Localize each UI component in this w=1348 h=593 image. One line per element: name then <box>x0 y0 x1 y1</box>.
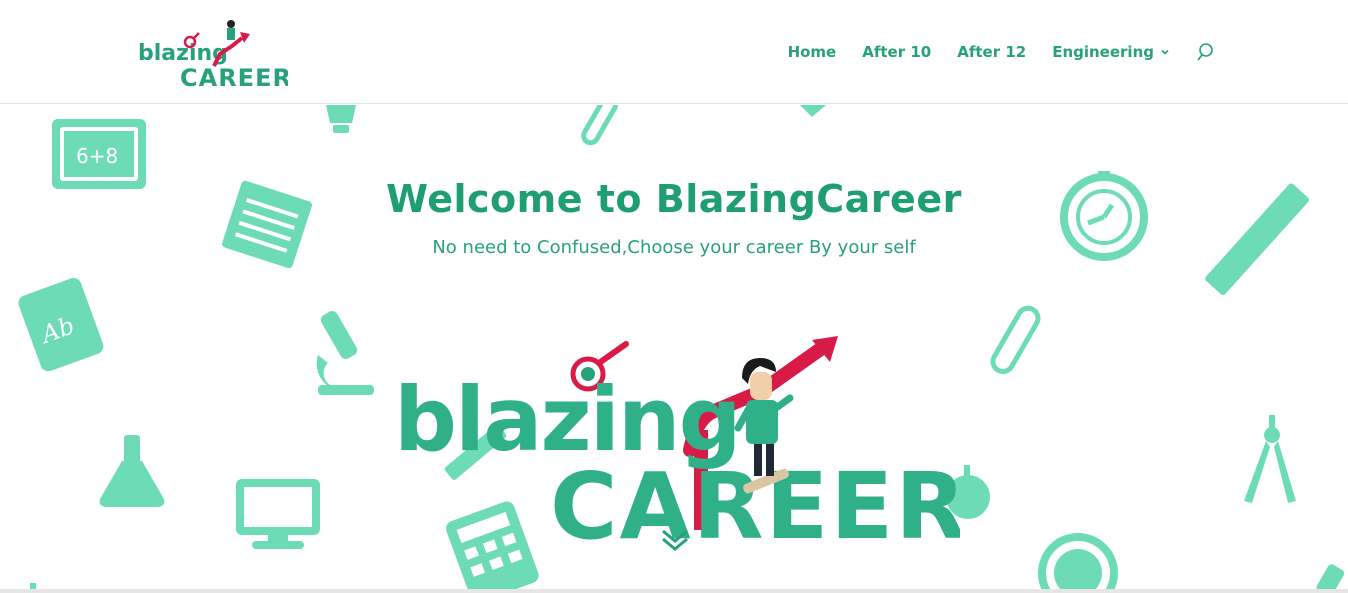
hero-subtitle: No need to Confused,Choose your career B… <box>432 237 916 258</box>
book-icon: Ab <box>18 278 104 372</box>
nav-engineering[interactable]: Engineering <box>1052 43 1170 61</box>
site-logo[interactable]: blazing CAREER <box>136 16 288 90</box>
lightbulb-icon <box>326 105 356 133</box>
shape-icon <box>800 105 826 117</box>
bottom-border <box>0 589 1348 593</box>
nav-after-10[interactable]: After 10 <box>862 43 931 61</box>
chevron-down-icon <box>1161 49 1169 55</box>
compass-icon <box>1244 415 1296 503</box>
site-header: blazing CAREER Home After 10 After 12 En… <box>0 0 1348 104</box>
nav-engineering-label: Engineering <box>1052 43 1154 61</box>
test-tube-icon <box>581 105 619 146</box>
main-nav: Home After 10 After 12 Engineering <box>788 42 1214 62</box>
scroll-down-chevron-icon[interactable] <box>659 523 691 555</box>
hero-title: Welcome to BlazingCareer <box>386 177 962 221</box>
microscope-icon <box>316 311 374 395</box>
flask-icon <box>99 435 165 507</box>
hero-section: 6+8 Ab Welcome to BlazingCareer No need … <box>0 105 1348 589</box>
logo-word-career: CAREER <box>180 64 288 90</box>
nav-home[interactable]: Home <box>788 43 837 61</box>
hero-logo: blazing CAREER <box>394 336 960 550</box>
svg-text:6+8: 6+8 <box>76 144 118 168</box>
globe-icon <box>1038 533 1118 589</box>
nav-after-12[interactable]: After 12 <box>957 43 1026 61</box>
search-icon[interactable] <box>1196 42 1214 62</box>
test-tube-icon <box>990 305 1041 375</box>
monitor-icon <box>236 479 320 549</box>
